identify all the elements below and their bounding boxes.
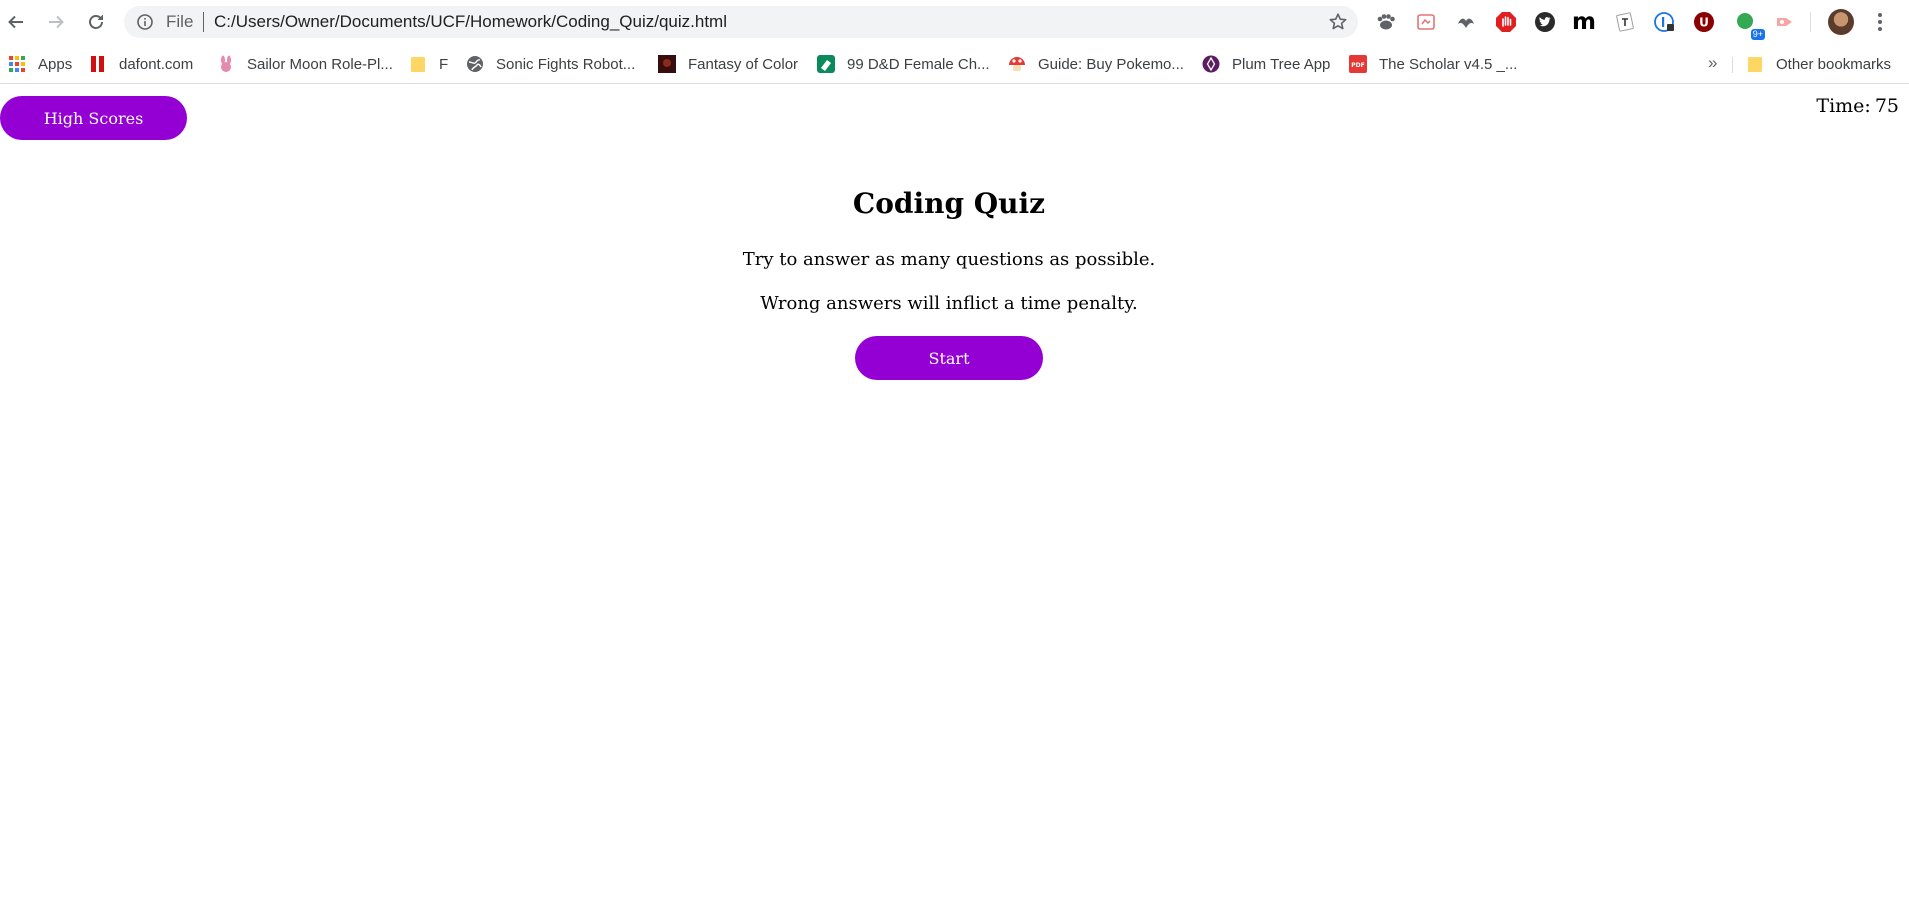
page-title: Coding Quiz xyxy=(852,187,1046,220)
bookmark-label: Fantasy of Color xyxy=(688,55,799,73)
bookmarks-overflow-button[interactable]: » xyxy=(1708,53,1717,73)
address-bar[interactable]: File C:/Users/Owner/Documents/UCF/Homewo… xyxy=(124,6,1358,38)
bookmark-label: F xyxy=(439,55,449,73)
u-extension-icon[interactable]: U xyxy=(1692,10,1716,34)
share-extension-icon[interactable] xyxy=(1773,10,1797,34)
bookmark-label: Plum Tree App xyxy=(1232,55,1331,73)
bookmark-item[interactable]: Guide: Buy Pokemo... xyxy=(1008,53,1184,75)
pdf-icon: PDF xyxy=(1349,55,1367,73)
menu-dot-icon xyxy=(1878,27,1882,31)
folder-icon xyxy=(1746,55,1764,73)
bookmark-label: dafont.com xyxy=(119,55,194,73)
browser-menu-button[interactable] xyxy=(1870,9,1890,35)
instructions-line-2: Wrong answers will inflict a time penalt… xyxy=(760,293,1138,314)
bookmark-label: Other bookmarks xyxy=(1776,55,1892,73)
forward-arrow-icon xyxy=(49,15,64,29)
timer-value: 75 xyxy=(1874,95,1899,117)
twitter-extension-icon[interactable] xyxy=(1533,10,1557,34)
bookmark-label: The Scholar v4.5 _... xyxy=(1379,55,1518,73)
start-button[interactable]: Start xyxy=(855,336,1043,380)
bookmark-apps[interactable]: Apps xyxy=(8,53,72,75)
url-scheme: File xyxy=(166,12,194,31)
bookmark-item[interactable]: Sonic Fights Robot... xyxy=(466,53,635,75)
stamp-extension-icon[interactable] xyxy=(1414,10,1438,34)
forward-button[interactable] xyxy=(42,8,70,36)
folder-icon xyxy=(409,55,427,73)
browser-toolbar: File C:/Users/Owner/Documents/UCF/Homewo… xyxy=(0,0,1909,44)
info-icon[interactable] xyxy=(136,13,154,31)
bookmark-item[interactable]: Fantasy of Color xyxy=(658,53,798,75)
profile-avatar[interactable] xyxy=(1828,9,1854,35)
menu-dot-icon xyxy=(1878,13,1882,17)
timer: Time: 75 xyxy=(1816,95,1899,117)
bookmark-item[interactable]: Sailor Moon Role-Pl... xyxy=(217,53,393,75)
dnd-icon xyxy=(817,55,835,73)
url-text[interactable]: C:/Users/Owner/Documents/UCF/Homework/Co… xyxy=(214,13,727,31)
bookmark-item[interactable]: 99 D&D Female Ch... xyxy=(817,53,990,75)
menu-dot-icon xyxy=(1878,20,1882,24)
dafont-icon xyxy=(89,55,107,73)
bookmark-item[interactable]: PDF The Scholar v4.5 _... xyxy=(1349,53,1517,75)
globe-icon xyxy=(466,55,484,73)
password-extension-icon[interactable] xyxy=(1653,10,1677,34)
timer-label: Time: xyxy=(1816,95,1871,117)
bookmark-folder[interactable]: F xyxy=(409,53,448,75)
back-button[interactable] xyxy=(2,8,30,36)
toolbar-divider xyxy=(1810,12,1811,32)
bookmark-label: 99 D&D Female Ch... xyxy=(847,55,990,73)
fantasy-icon xyxy=(658,55,676,73)
hand-stop-extension-icon[interactable] xyxy=(1494,10,1518,34)
text-tool-extension-icon[interactable] xyxy=(1613,10,1637,34)
bunny-icon xyxy=(217,55,235,73)
page-content: High Scores Time: 75 Coding Quiz Try to a… xyxy=(0,85,1909,909)
url-separator xyxy=(203,12,204,32)
mushroom-icon xyxy=(1008,55,1026,73)
m-extension-icon[interactable]: m xyxy=(1572,10,1596,34)
svg-text:U: U xyxy=(1699,16,1709,30)
high-scores-button[interactable]: High Scores xyxy=(0,96,187,140)
reload-icon xyxy=(89,15,103,29)
bookmark-star-icon[interactable] xyxy=(1328,12,1348,32)
ornament-extension-icon[interactable] xyxy=(1454,10,1478,34)
green-dot-extension-icon[interactable]: 9+ xyxy=(1733,10,1765,40)
plum-icon xyxy=(1202,55,1220,73)
bookmark-item[interactable]: Plum Tree App xyxy=(1202,53,1330,75)
bookmark-label: Guide: Buy Pokemo... xyxy=(1038,55,1184,73)
bookmark-label: Apps xyxy=(38,55,73,73)
back-arrow-icon xyxy=(8,15,23,29)
bookmarks-divider xyxy=(1732,57,1733,73)
pawprint-extension-icon[interactable] xyxy=(1374,10,1398,34)
svg-text:PDF: PDF xyxy=(1351,62,1364,69)
apps-grid-icon xyxy=(8,55,26,73)
bookmark-label: Sonic Fights Robot... xyxy=(496,55,636,73)
bookmark-other[interactable]: Other bookmarks xyxy=(1746,53,1891,75)
reload-button[interactable] xyxy=(82,8,110,36)
bookmark-label: Sailor Moon Role-Pl... xyxy=(247,55,393,73)
extension-badge: 9+ xyxy=(1750,29,1765,40)
bookmark-item[interactable]: dafont.com xyxy=(89,53,193,75)
instructions-line-1: Try to answer as many questions as possi… xyxy=(742,249,1156,270)
bookmarks-bar: Apps dafont.com Sailor Moon Role-Pl... F… xyxy=(0,44,1909,84)
